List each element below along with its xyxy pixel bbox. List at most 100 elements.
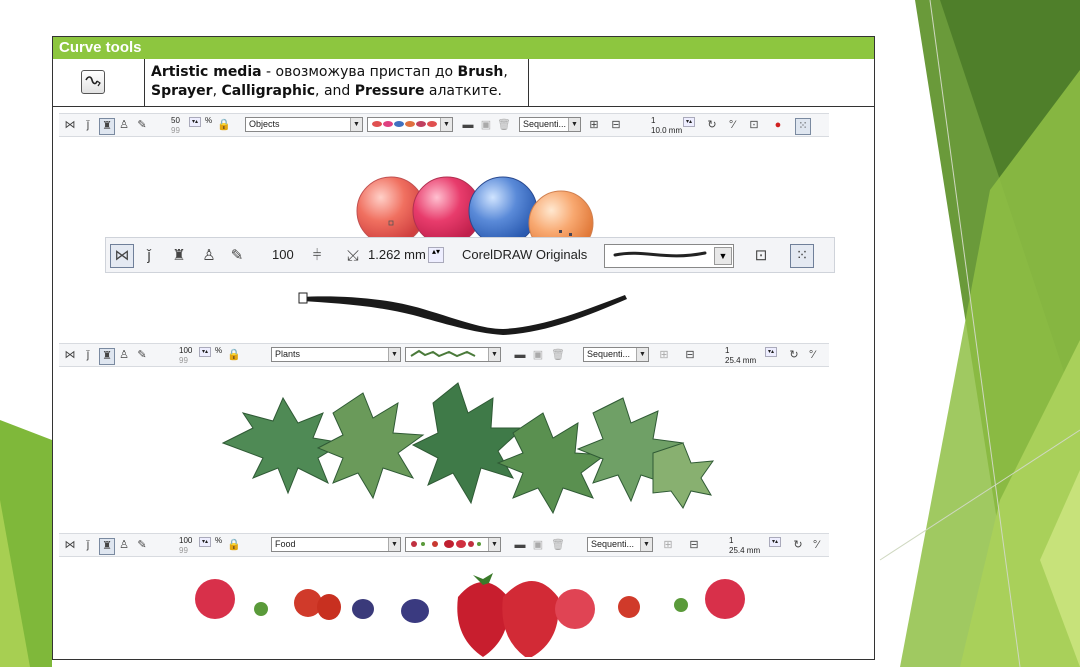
chevron-down-icon: ▼	[640, 538, 652, 551]
order-value: Sequenti...	[591, 539, 635, 549]
size-spinner[interactable]: ▾▴	[199, 347, 211, 357]
object-scale-icon[interactable]: ⁙	[795, 118, 811, 135]
brush-toolbar: ⋈ ǰ ♜ ♙ ✎ 100 ⫩ ⤩ 1.262 mm ▴▾ CorelDRAW …	[105, 237, 835, 273]
save-icon[interactable]: ▣	[531, 348, 545, 363]
brush-icon[interactable]: ǰ	[138, 245, 160, 267]
brush-icon[interactable]: ǰ	[81, 118, 95, 133]
object-scale-icon[interactable]: ⁙	[790, 244, 814, 268]
sprayer-icon[interactable]: ♜	[99, 538, 115, 555]
sprayer-toolbar-food: ⋈ ǰ ♜ ♙ ✎ 100 99 ▾▴ % 🔒 Food ▼ ▼ ▬ ▣ 🗑 Se…	[59, 533, 829, 557]
dabs-count: 1	[729, 536, 734, 545]
smoothing-value[interactable]: 100	[272, 247, 294, 262]
calligraphic-icon[interactable]: ♙	[117, 118, 131, 133]
size-top: 50	[171, 116, 180, 125]
pressure-icon[interactable]: ✎	[135, 348, 149, 363]
calligraphic-icon[interactable]: ♙	[117, 538, 131, 553]
add-to-spraylist-icon[interactable]: ⊞	[661, 538, 675, 553]
size-top: 100	[179, 346, 193, 355]
artistic-media-icon	[85, 76, 101, 87]
rotation-icon[interactable]: ↻	[705, 118, 719, 133]
desc-bold-sprayer: Sprayer	[151, 83, 213, 99]
lock-icon[interactable]: 🔒	[227, 348, 241, 363]
delete-icon[interactable]: 🗑	[551, 348, 565, 363]
category-value: Plants	[275, 349, 301, 359]
spraylist-options-icon[interactable]: ⊟	[683, 348, 697, 363]
sprayer-icon[interactable]: ♜	[99, 118, 115, 135]
order-value: Sequenti...	[523, 119, 567, 129]
size-bottom: 99	[179, 546, 188, 555]
rotation-icon[interactable]: ↻	[791, 538, 805, 553]
calligraphic-icon[interactable]: ♙	[117, 348, 131, 363]
add-to-spraylist-icon[interactable]: ⊞	[587, 118, 601, 133]
spray-order-select[interactable]: Sequenti... ▼	[587, 537, 653, 552]
spacing-spinner[interactable]: ▾▴	[683, 117, 695, 127]
offset-icon[interactable]: °⁄	[725, 118, 739, 133]
desc-text-5: алатките.	[424, 83, 502, 99]
add-to-spraylist-icon[interactable]: ⊞	[657, 348, 671, 363]
chevron-down-icon: ▼	[568, 118, 580, 131]
delete-icon[interactable]: 🗑	[551, 538, 565, 553]
brush-stroke-illustration	[298, 292, 627, 335]
open-folder-icon[interactable]: ▬	[461, 118, 475, 133]
reset-icon[interactable]: ⊡	[747, 118, 761, 133]
spray-order-select[interactable]: Sequenti... ▼	[519, 117, 581, 132]
reset-icon[interactable]: ⊡	[750, 245, 772, 267]
brush-stroke-select[interactable]: ▼	[604, 244, 734, 268]
open-folder-icon[interactable]: ▬	[513, 538, 527, 553]
category-value: Objects	[249, 119, 280, 129]
preset-icon[interactable]: ⋈	[63, 538, 77, 553]
sprayer-toolbar-plants: ⋈ ǰ ♜ ♙ ✎ 100 99 ▾▴ % 🔒 Plants ▼ ▼ ▬ ▣ 🗑 …	[59, 343, 829, 367]
dab-spacing: 25.4 mm	[729, 546, 761, 555]
chevron-down-icon: ▼	[440, 118, 452, 131]
brush-icon[interactable]: ǰ	[81, 538, 95, 553]
offset-icon[interactable]: °⁄	[809, 538, 823, 553]
offset-icon[interactable]: °⁄	[805, 348, 819, 363]
delete-icon[interactable]: 🗑	[497, 118, 511, 133]
tool-description: Artistic media - овозможува пристап до B…	[145, 59, 529, 106]
category-select[interactable]: Plants ▼	[271, 347, 401, 362]
dabs-count: 1	[725, 346, 730, 355]
chevron-down-icon: ▼	[488, 538, 500, 551]
category-select[interactable]: Food ▼	[271, 537, 401, 552]
spray-order-select[interactable]: Sequenti... ▼	[583, 347, 649, 362]
lock-icon[interactable]: 🔒	[227, 538, 241, 553]
record-icon[interactable]: ●	[771, 118, 785, 133]
spraylist-options-icon[interactable]: ⊟	[609, 118, 623, 133]
order-value: Sequenti...	[587, 349, 631, 359]
section-title: Curve tools	[53, 37, 874, 59]
dabs-count: 1	[651, 116, 656, 125]
stroke-width-value[interactable]: 1.262 mm	[368, 247, 426, 262]
spraylist-options-icon[interactable]: ⊟	[687, 538, 701, 553]
sprayer-icon[interactable]: ♜	[168, 245, 190, 267]
slide-table: Curve tools Artistic media - овозможува …	[52, 36, 875, 660]
lock-icon[interactable]: 🔒	[217, 118, 231, 133]
save-icon[interactable]: ▣	[531, 538, 545, 553]
sprayer-list-select[interactable]: ▼	[405, 537, 501, 552]
rotation-icon[interactable]: ↻	[787, 348, 801, 363]
artistic-media-tool-button[interactable]	[81, 70, 105, 94]
preset-icon[interactable]: ⋈	[63, 348, 77, 363]
stroke-width-spinner[interactable]: ▴▾	[428, 247, 444, 263]
preset-icon[interactable]: ⋈	[110, 244, 134, 268]
desc-bold-pressure: Pressure	[354, 83, 425, 99]
preset-icon[interactable]: ⋈	[63, 118, 77, 133]
spacing-spinner[interactable]: ▾▴	[769, 537, 781, 547]
pressure-icon[interactable]: ✎	[135, 538, 149, 553]
open-folder-icon[interactable]: ▬	[513, 348, 527, 363]
size-spinner[interactable]: ▾▴	[189, 117, 201, 127]
sprayer-list-select[interactable]: ▼	[367, 117, 453, 132]
spacing-spinner[interactable]: ▾▴	[765, 347, 777, 357]
desc-text-4: , and	[315, 83, 355, 99]
save-icon[interactable]: ▣	[479, 118, 493, 133]
pressure-icon[interactable]: ✎	[135, 118, 149, 133]
brush-icon[interactable]: ǰ	[81, 348, 95, 363]
sprayer-list-select[interactable]: ▼	[405, 347, 501, 362]
calligraphic-icon[interactable]: ♙	[198, 245, 220, 267]
sprayer-icon[interactable]: ♜	[99, 348, 115, 365]
chevron-down-icon: ▼	[350, 118, 362, 131]
smoothing-slider-icon[interactable]: ⫩	[306, 245, 328, 267]
category-select[interactable]: Objects ▼	[245, 117, 363, 132]
pressure-icon[interactable]: ✎	[226, 245, 248, 267]
size-spinner[interactable]: ▾▴	[199, 537, 211, 547]
percent-label: %	[205, 116, 213, 125]
